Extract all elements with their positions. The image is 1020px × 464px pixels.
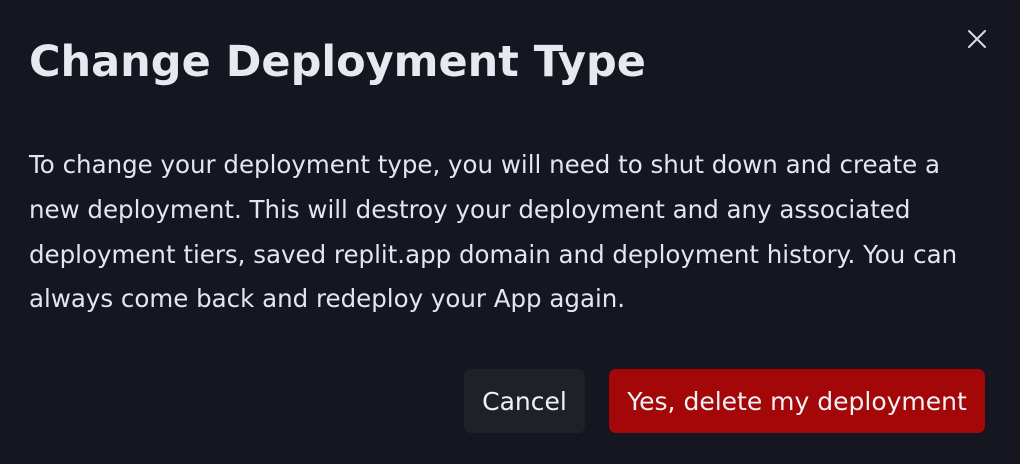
close-button[interactable]	[960, 22, 994, 56]
cancel-button[interactable]: Cancel	[464, 369, 585, 433]
dialog-actions: Cancel Yes, delete my deployment	[464, 369, 985, 433]
change-deployment-dialog: Change Deployment Type To change your de…	[0, 0, 1020, 464]
dialog-title: Change Deployment Type	[29, 37, 646, 87]
confirm-delete-button[interactable]: Yes, delete my deployment	[609, 369, 985, 433]
close-icon	[968, 30, 986, 48]
dialog-message: To change your deployment type, you will…	[29, 150, 958, 314]
